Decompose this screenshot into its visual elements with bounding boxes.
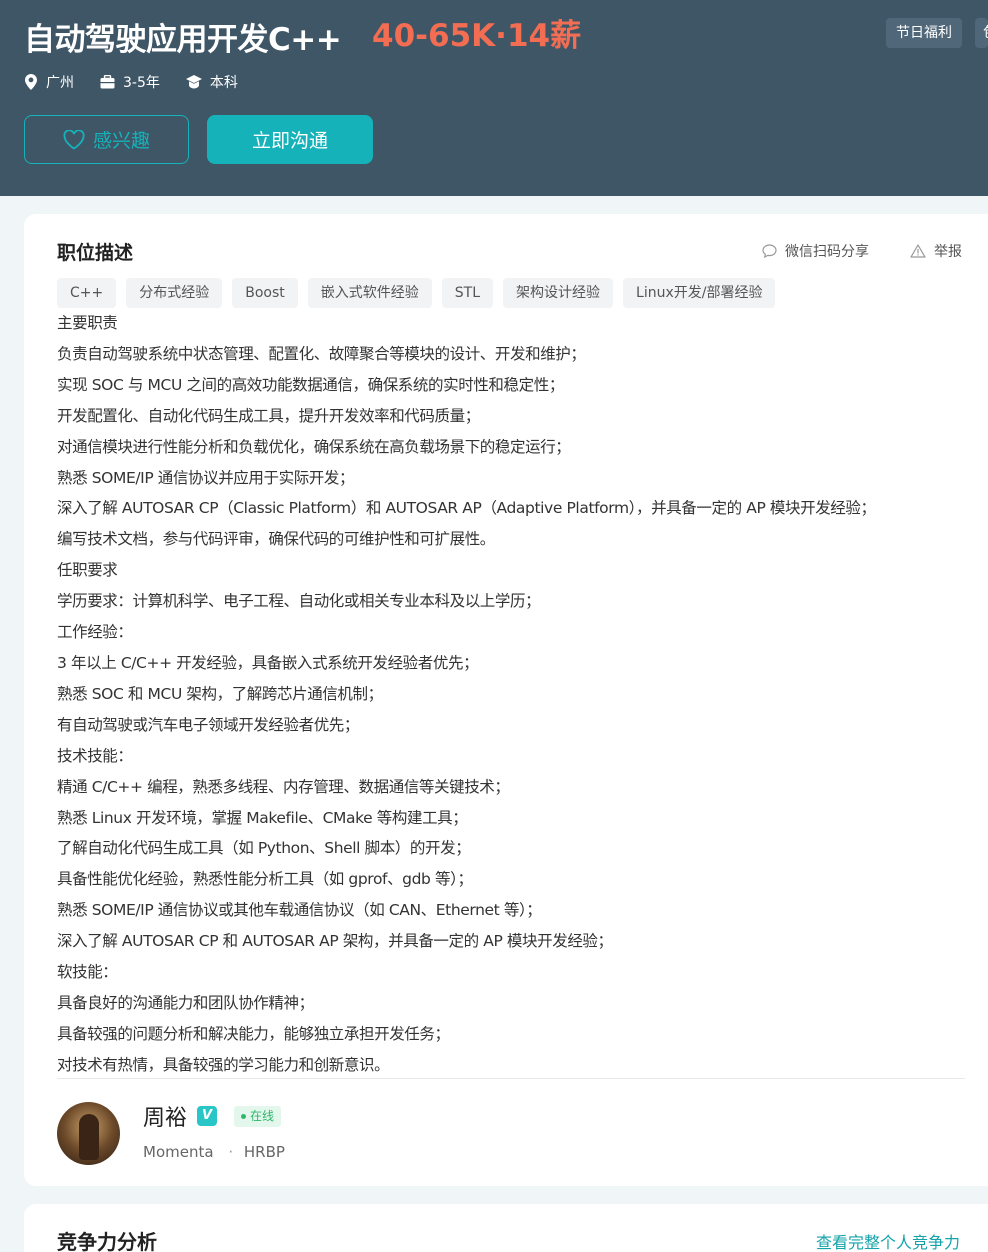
recruiter-name: 周裕 [143, 1106, 188, 1131]
description-line: 熟悉 SOC 和 MCU 架构，了解跨芯片通信机制； [57, 684, 383, 703]
skill-tag: Linux开发/部署经验 [623, 278, 776, 308]
description-line: 精通 C/C++ 编程，熟悉多线程、内存管理、数据通信等关键技术； [57, 777, 510, 796]
job-description-text: 主要职责 负责自动驾驶系统中状态管理、配置化、故障聚合等模块的设计、开发和维护；… [57, 308, 977, 1081]
description-line: 对通信模块进行性能分析和负载优化，确保系统在高负载场景下的稳定运行； [57, 437, 571, 456]
skill-tag: Boost [232, 278, 298, 308]
description-line: 开发配置化、自动化代码生成工具，提升开发效率和代码质量； [57, 406, 480, 425]
job-meta: 广州 3-5年 本科 [24, 72, 264, 92]
description-line: 深入了解 AUTOSAR CP（Classic Platform）和 AUTOS… [57, 499, 876, 518]
description-line: 熟悉 SOME/IP 通信协议并应用于实际开发； [57, 468, 355, 487]
report-link[interactable]: 举报 [910, 241, 962, 261]
warning-icon [910, 244, 926, 258]
description-line: 实现 SOC 与 MCU 之间的高效功能数据通信，确保系统的实时性和稳定性； [57, 375, 564, 394]
description-line: 学历要求：计算机科学、电子工程、自动化或相关专业本科及以上学历； [57, 592, 541, 611]
online-status-badge: 在线 [234, 1106, 282, 1127]
heart-icon [63, 129, 85, 150]
report-label: 举报 [934, 244, 962, 260]
skill-tag: STL [441, 278, 494, 308]
description-line: 编写技术文档，参与代码评审，确保代码的可维护性和可扩展性。 [57, 530, 495, 549]
description-line: 3 年以上 C/C++ 开发经验，具备嵌入式系统开发经验者优先； [57, 653, 479, 672]
competition-card: 竞争力分析 查看完整个人竞争力 [24, 1204, 988, 1252]
description-line: 具备性能优化经验，熟悉性能分析工具（如 gprof、gdb 等）； [57, 870, 473, 889]
recruiter-company-line: Momenta · HRBP [143, 1143, 285, 1161]
skill-tag: 分布式经验 [126, 278, 223, 308]
description-line: 对技术有热情，具备较强的学习能力和创新意识。 [57, 1055, 390, 1074]
chat-bubble-icon [762, 244, 777, 258]
interest-button[interactable]: 感兴趣 [24, 115, 189, 164]
wechat-share-link[interactable]: 微信扫码分享 [762, 241, 869, 261]
share-label: 微信扫码分享 [785, 244, 869, 260]
skill-tag: 嵌入式软件经验 [307, 278, 432, 308]
description-line: 熟悉 Linux 开发环境，掌握 Makefile、CMake 等构建工具； [57, 808, 468, 827]
verified-badge: V [197, 1106, 217, 1126]
skill-tags: C++ 分布式经验 Boost 嵌入式软件经验 STL 架构设计经验 Linux… [57, 278, 785, 308]
description-line: 深入了解 AUTOSAR CP 和 AUTOSAR AP 架构，并具备一定的 A… [57, 932, 613, 951]
description-line: 具备良好的沟通能力和团队协作精神； [57, 993, 314, 1012]
recruiter-avatar[interactable] [57, 1102, 120, 1165]
graduation-cap-icon [185, 75, 202, 89]
description-line: 具备较强的问题分析和解决能力，能够独立承担开发任务； [57, 1024, 450, 1043]
separator: · [228, 1143, 234, 1161]
meta-experience: 3-5年 [100, 72, 160, 92]
job-header: 自动驾驶应用开发C++ 40-65K·14薪 节日福利 包 广州 3-5年 本科 [0, 0, 988, 196]
description-line: 技术技能： [57, 746, 133, 765]
description-title: 职位描述 [57, 242, 134, 264]
chat-now-button[interactable]: 立即沟通 [207, 115, 373, 164]
degree-text: 本科 [209, 75, 238, 91]
job-description-card: 职位描述 微信扫码分享 举报 C++ 分布式经验 Boost 嵌入式软件经验 S… [24, 214, 988, 1186]
avatar-figure [79, 1114, 99, 1160]
description-line: 主要职责 [57, 314, 118, 332]
meta-degree: 本科 [185, 72, 238, 92]
skill-tag: 架构设计经验 [503, 278, 614, 308]
salary: 40-65K·14薪 [372, 18, 582, 54]
meta-city: 广州 [24, 72, 74, 92]
description-line: 熟悉 SOME/IP 通信协议或其他车载通信协议（如 CAN、Ethernet … [57, 901, 542, 920]
skill-tag: C++ [57, 278, 117, 308]
description-line: 有自动驾驶或汽车电子领域开发经验者优先； [57, 715, 360, 734]
online-dot-icon [241, 1114, 246, 1119]
online-status-text: 在线 [250, 1109, 275, 1123]
description-line: 了解自动化代码生成工具（如 Python、Shell 脚本）的开发； [57, 839, 471, 858]
recruiter-company: Momenta [143, 1143, 214, 1161]
location-icon [25, 74, 37, 90]
benefit-tag: 节日福利 [886, 18, 962, 48]
recruiter-role: HRBP [243, 1143, 285, 1161]
description-line: 负责自动驾驶系统中状态管理、配置化、故障聚合等模块的设计、开发和维护； [57, 344, 586, 363]
briefcase-icon [100, 75, 115, 89]
view-full-competitiveness-link[interactable]: 查看完整个人竞争力 [816, 1229, 960, 1252]
benefit-tag: 包 [975, 18, 988, 48]
city-text: 广州 [46, 75, 74, 91]
competition-title: 竞争力分析 [57, 1230, 157, 1252]
interest-label: 感兴趣 [92, 130, 150, 152]
job-title: 自动驾驶应用开发C++ [24, 22, 342, 58]
divider [57, 1078, 965, 1079]
description-line: 任职要求 [57, 561, 118, 580]
experience-text: 3-5年 [123, 75, 160, 91]
description-line: 软技能： [57, 963, 118, 982]
description-line: 工作经验： [57, 623, 133, 642]
